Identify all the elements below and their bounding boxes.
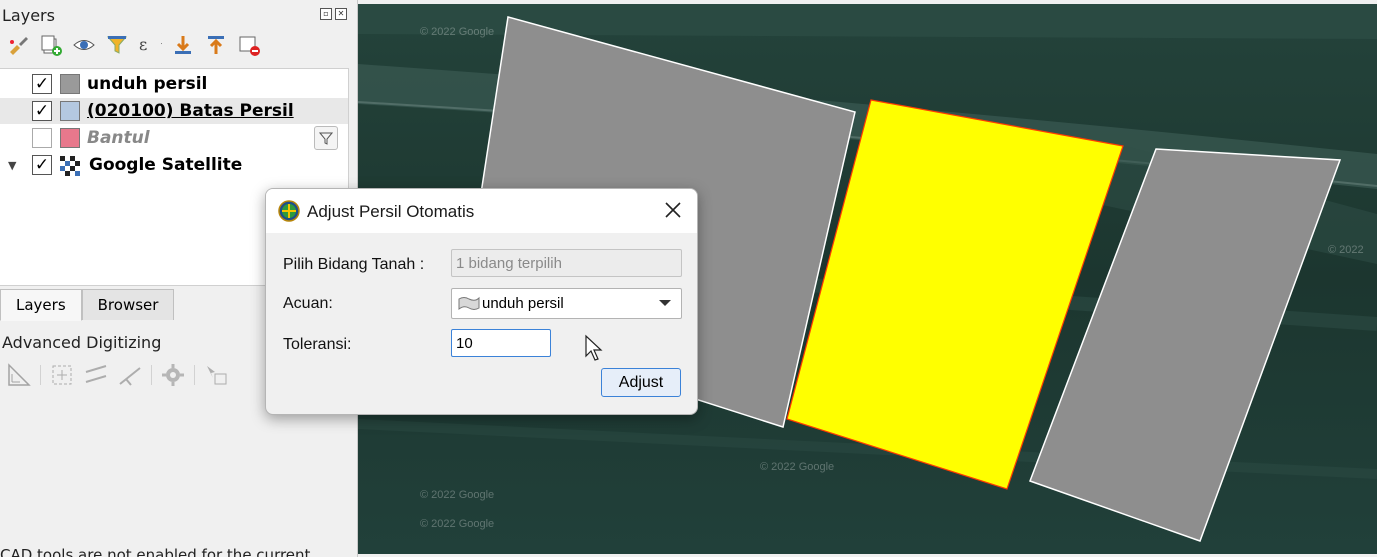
- tab-layers[interactable]: Layers: [0, 289, 82, 321]
- eye-icon[interactable]: [72, 33, 96, 57]
- layer-row-unduh-persil[interactable]: ✓ unduh persil: [0, 71, 348, 97]
- settings-gear-icon[interactable]: [160, 362, 186, 388]
- expand-all-icon[interactable]: [171, 33, 195, 57]
- float-panel-icon[interactable]: ▫: [320, 8, 332, 20]
- map-watermark: © 2022: [1328, 244, 1364, 256]
- collapse-all-icon[interactable]: [204, 33, 228, 57]
- toleransi-input[interactable]: 10: [451, 329, 551, 357]
- layer-checkbox[interactable]: ✓: [32, 155, 52, 175]
- raster-icon: [60, 156, 80, 176]
- expression-filter-icon[interactable]: ε: [138, 33, 162, 57]
- toolbar-separator: [40, 365, 41, 385]
- layer-checkbox[interactable]: [32, 128, 52, 148]
- layer-row-batas-persil[interactable]: ✓ (020100) Batas Persil: [0, 98, 348, 124]
- close-icon[interactable]: [663, 200, 683, 220]
- map-watermark: © 2022 Google: [420, 26, 494, 38]
- adjust-button[interactable]: Adjust: [601, 368, 681, 397]
- layer-filter-icon[interactable]: [314, 126, 338, 150]
- layer-row-google-satellite[interactable]: ▼ ✓ Google Satellite: [0, 152, 348, 178]
- chevron-down-icon[interactable]: [659, 300, 671, 306]
- mouse-cursor-icon: [585, 334, 603, 361]
- svg-text:ε: ε: [139, 35, 147, 54]
- polygon-layer-icon: [458, 296, 480, 310]
- dialog-titlebar[interactable]: Adjust Persil Otomatis: [266, 189, 697, 233]
- remove-layer-icon[interactable]: [237, 33, 261, 57]
- layer-symbol: [60, 128, 80, 148]
- map-watermark: © 2022 Google: [760, 461, 834, 473]
- panel-controls: ▫ ✕: [320, 8, 347, 20]
- toolbar-separator: [151, 365, 152, 385]
- perpendicular-icon[interactable]: [117, 362, 143, 388]
- layer-row-bantul[interactable]: Bantul: [0, 125, 348, 151]
- toleransi-label: Toleransi:: [283, 336, 352, 353]
- style-brush-icon[interactable]: [6, 33, 30, 57]
- floater-icon[interactable]: [203, 362, 229, 388]
- acuan-label: Acuan:: [283, 295, 333, 312]
- map-watermark: © 2022 Google: [420, 489, 494, 501]
- pilih-bidang-label: Pilih Bidang Tanah :: [283, 256, 425, 273]
- adjust-persil-dialog[interactable]: Adjust Persil Otomatis Pilih Bidang Tana…: [265, 188, 698, 415]
- layer-checkbox[interactable]: ✓: [32, 101, 52, 121]
- layer-symbol: [60, 101, 80, 121]
- layer-name: Google Satellite: [89, 155, 243, 175]
- toolbar-separator: [194, 365, 195, 385]
- app-logo-icon: [278, 200, 300, 222]
- add-group-icon[interactable]: [39, 33, 63, 57]
- construction-mode-icon[interactable]: [49, 362, 75, 388]
- parallel-icon[interactable]: [83, 362, 109, 388]
- filter-icon[interactable]: [105, 33, 129, 57]
- layer-name: Bantul: [87, 128, 150, 148]
- dialog-title: Adjust Persil Otomatis: [307, 202, 475, 221]
- advanced-digitizing-toolbar: [6, 362, 229, 388]
- acuan-combo[interactable]: unduh persil: [451, 288, 682, 319]
- pilih-bidang-value: 1 bidang terpilih: [456, 254, 562, 272]
- cad-enable-icon[interactable]: [6, 362, 32, 388]
- close-panel-icon[interactable]: ✕: [335, 8, 347, 20]
- pilih-bidang-field: 1 bidang terpilih: [451, 249, 682, 277]
- map-watermark: © 2022 Google: [420, 518, 494, 530]
- panel-tabs: Layers Browser: [0, 289, 175, 321]
- layers-toolbar: ε: [6, 33, 261, 57]
- layers-panel-title: Layers: [2, 6, 55, 25]
- toleransi-value: 10: [456, 334, 473, 352]
- layer-name: (020100) Batas Persil: [87, 101, 294, 121]
- layer-symbol: [60, 74, 80, 94]
- acuan-value: unduh persil: [482, 295, 564, 312]
- layer-checkbox[interactable]: ✓: [32, 74, 52, 94]
- layer-name: unduh persil: [87, 74, 208, 94]
- expander-chevron-down-icon[interactable]: ▼: [8, 159, 16, 172]
- tab-browser[interactable]: Browser: [81, 289, 175, 320]
- cad-status-text: CAD tools are not enabled for the curren…: [0, 546, 311, 557]
- advanced-digitizing-title: Advanced Digitizing: [2, 333, 162, 352]
